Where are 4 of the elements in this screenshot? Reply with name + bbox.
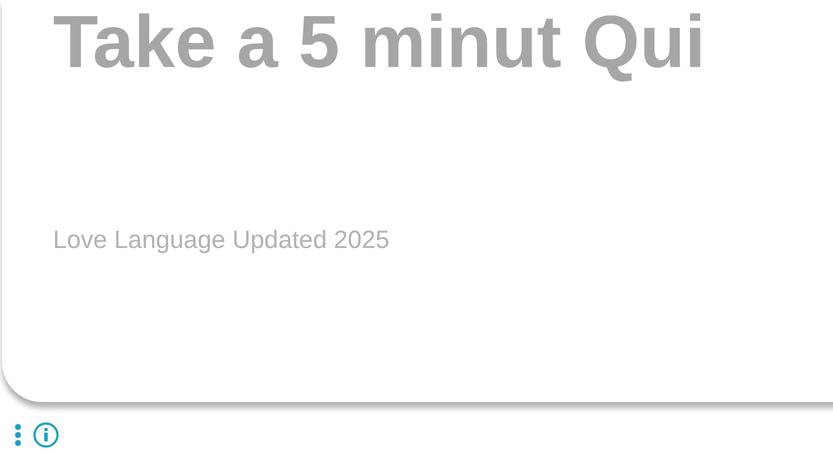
more-options-icon[interactable]	[14, 423, 22, 447]
info-icon[interactable]	[33, 422, 59, 448]
quiz-title: Take a 5 minut Qui	[53, 0, 706, 84]
quiz-subtitle: Love Language Updated 2025	[53, 225, 390, 255]
